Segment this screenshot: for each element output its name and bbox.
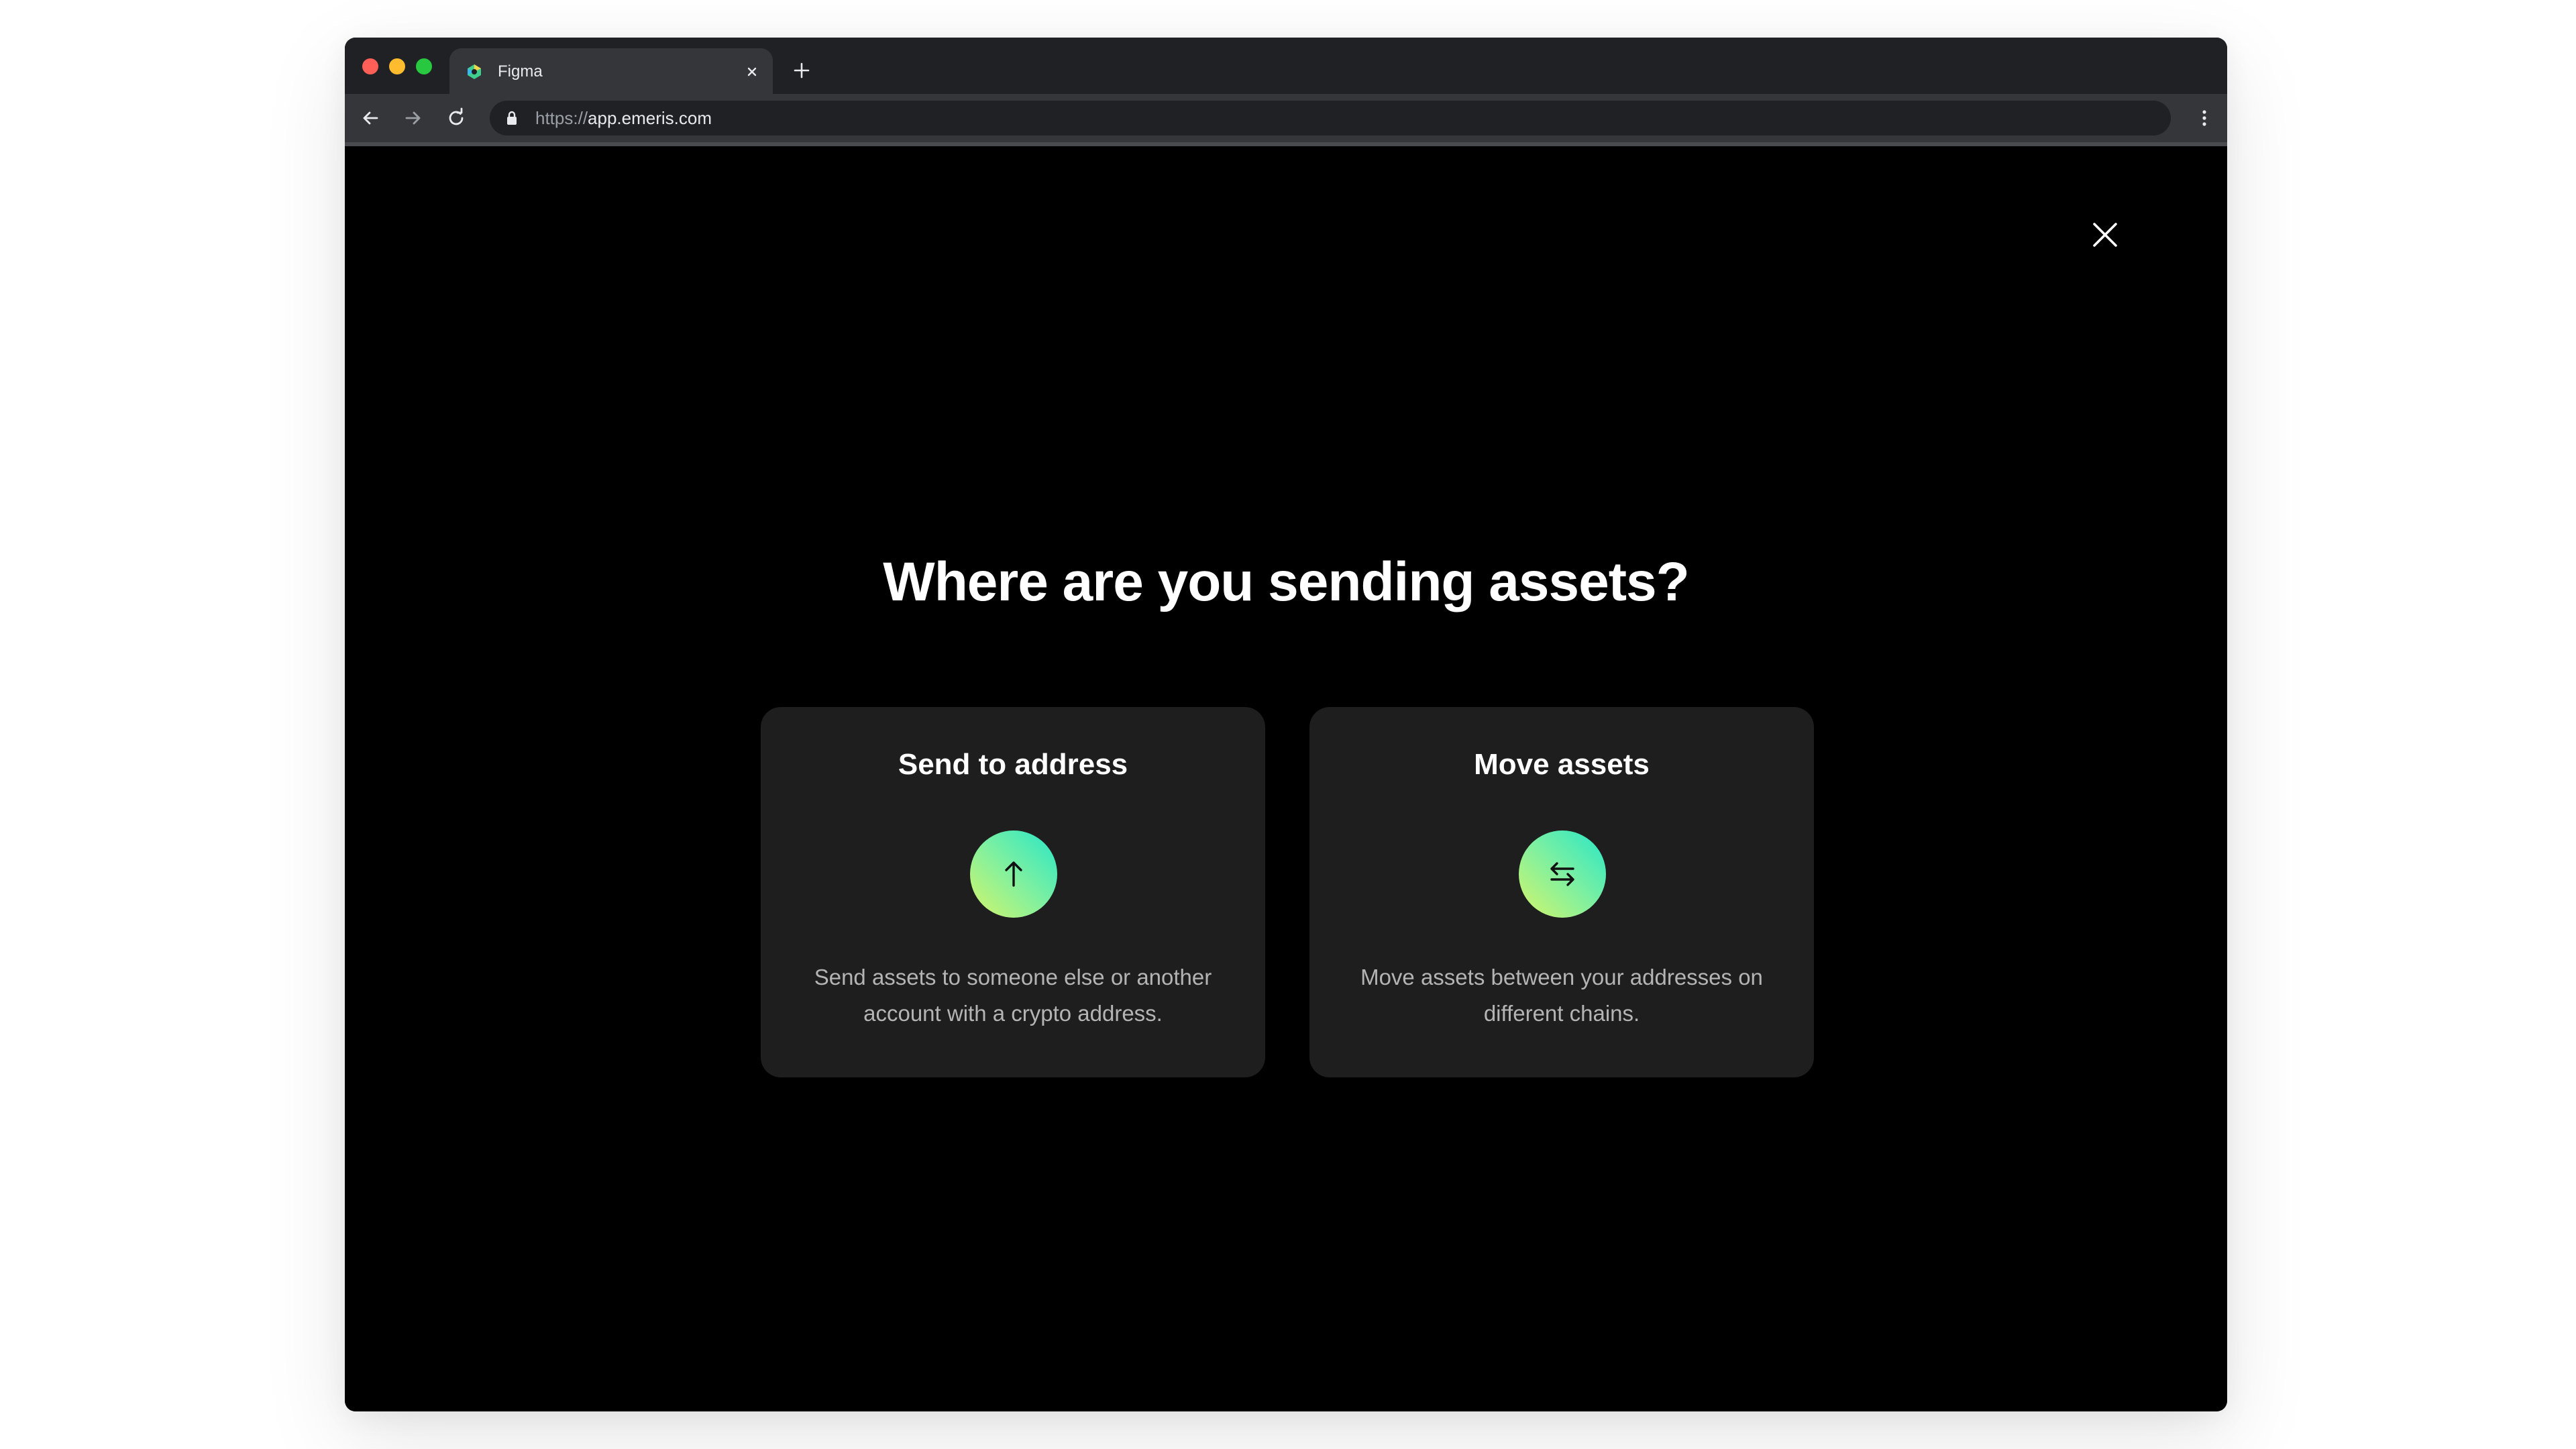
browser-toolbar: https://app.emeris.com <box>345 94 2227 142</box>
kebab-menu-icon[interactable] <box>2192 106 2216 130</box>
send-icon-badge <box>970 830 1057 918</box>
move-assets-card[interactable]: Move assets Move assets between your add… <box>1309 707 1814 1077</box>
figma-favicon-icon <box>468 64 481 79</box>
window-zoom-dot[interactable] <box>416 58 432 74</box>
reload-icon[interactable] <box>444 106 468 130</box>
swap-arrows-icon <box>1550 862 1574 886</box>
lock-icon <box>507 111 517 125</box>
card-description: Send assets to someone else or another a… <box>814 965 1212 1026</box>
address-url: https://app.emeris.com <box>535 109 712 127</box>
page-title: Where are you sending assets? <box>883 551 1689 612</box>
browser-window: Figma https://app.emeris.com Where are y… <box>345 38 2227 1411</box>
address-bar[interactable]: https://app.emeris.com <box>490 101 2171 136</box>
arrow-left-icon[interactable] <box>358 106 382 130</box>
move-icon-badge <box>1519 830 1606 918</box>
tab-close-icon[interactable] <box>743 63 761 80</box>
window-minimize-dot[interactable] <box>389 58 405 74</box>
arrow-right-icon[interactable] <box>401 106 425 130</box>
page-content: Where are you sending assets? Send to ad… <box>345 146 2227 1411</box>
new-tab-plus-icon[interactable] <box>792 60 812 80</box>
card-title: Move assets <box>1474 748 1650 781</box>
close-icon[interactable] <box>2088 217 2123 252</box>
tab-title: Figma <box>498 62 543 80</box>
browser-titlebar: Figma <box>345 38 2227 94</box>
url-scheme: https:// <box>535 108 588 128</box>
card-description: Move assets between your addresses on di… <box>1360 965 1763 1026</box>
arrow-up-icon <box>1005 861 1022 887</box>
card-title: Send to address <box>898 748 1128 781</box>
window-close-dot[interactable] <box>362 58 378 74</box>
send-to-address-card[interactable]: Send to address Send assets to someone e… <box>761 707 1265 1077</box>
url-host: app.emeris.com <box>588 108 712 128</box>
browser-tab-active[interactable]: Figma <box>449 48 773 94</box>
